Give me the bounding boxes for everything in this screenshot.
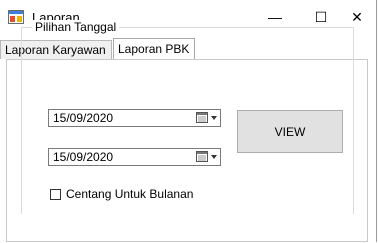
monthly-checkbox-label[interactable]: Centang Untuk Bulanan xyxy=(66,187,193,201)
view-button-label: VIEW xyxy=(274,124,306,139)
date-from-value: 15/09/2020 xyxy=(53,111,114,125)
maximize-icon: ☐ xyxy=(314,8,328,25)
calendar-icon[interactable] xyxy=(196,112,208,123)
monthly-checkbox[interactable] xyxy=(50,188,61,200)
chevron-down-icon[interactable] xyxy=(211,116,217,120)
chevron-down-icon[interactable] xyxy=(211,155,217,159)
tab-label: Laporan PBK xyxy=(118,42,190,56)
close-icon: ✕ xyxy=(351,8,363,25)
tab-laporan-pbk[interactable]: Laporan PBK xyxy=(113,38,195,59)
calendar-icon[interactable] xyxy=(196,151,208,162)
form-app-icon xyxy=(8,10,24,24)
view-button[interactable]: VIEW xyxy=(237,110,343,153)
date-from-picker[interactable]: 15/09/2020 xyxy=(48,109,221,127)
groupbox-title: Pilihan Tanggal xyxy=(32,20,120,34)
date-to-value: 15/09/2020 xyxy=(53,150,114,164)
date-to-picker[interactable]: 15/09/2020 xyxy=(48,148,221,166)
laporan-window: Laporan — ☐ ✕ Laporan Karyawan Laporan P… xyxy=(0,0,377,242)
minimize-icon: — xyxy=(268,9,282,25)
monthly-checkbox-row[interactable]: Centang Untuk Bulanan xyxy=(50,187,193,201)
